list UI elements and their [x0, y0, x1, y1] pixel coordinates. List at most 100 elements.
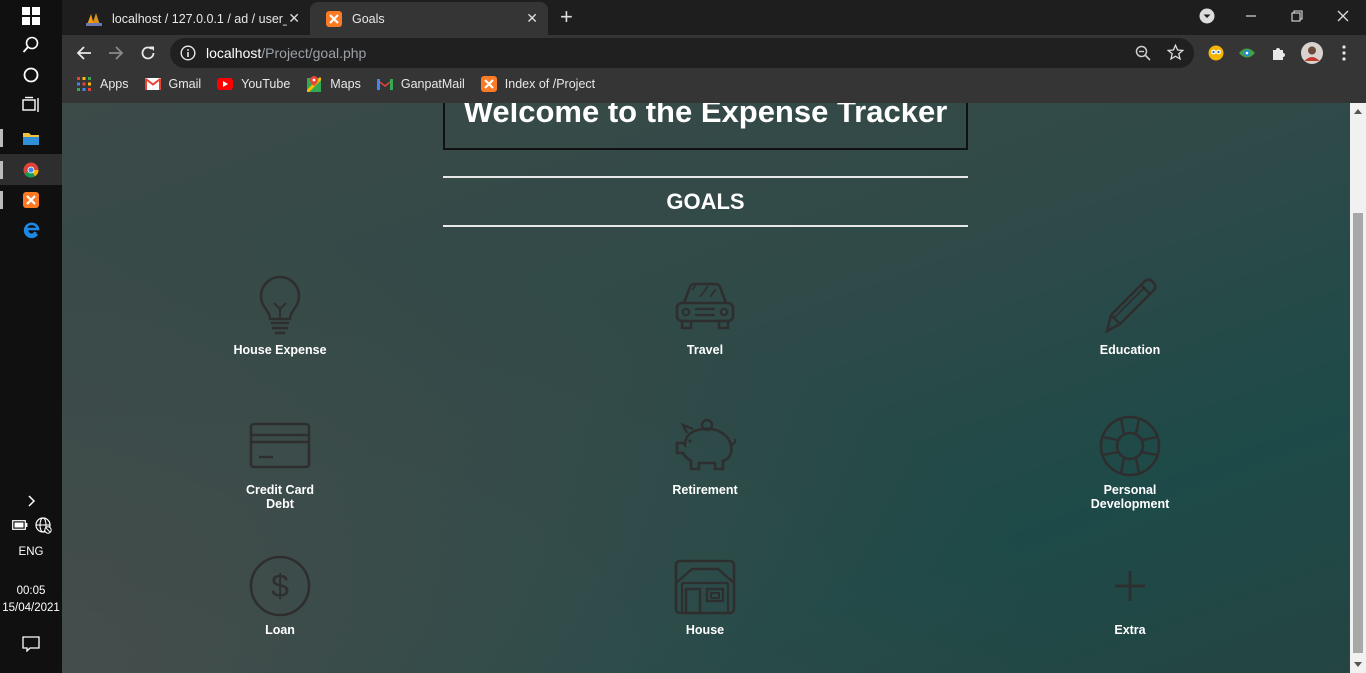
url-host: localhost: [206, 45, 262, 61]
bookmark-gmail[interactable]: Gmail: [144, 76, 202, 92]
more-vertical-icon: [1342, 45, 1346, 61]
new-tab-button[interactable]: +: [560, 6, 573, 28]
clock-date[interactable]: 15/04/2021: [0, 602, 62, 614]
notification-icon: [22, 635, 40, 652]
owl-extension-icon: [1208, 45, 1224, 61]
bookmark-maps[interactable]: Maps: [306, 76, 361, 92]
forward-button[interactable]: [105, 42, 127, 64]
windows-logo-icon: [22, 6, 40, 25]
taskbar-edge[interactable]: [0, 215, 62, 246]
goal-label: Travel: [686, 343, 724, 357]
start-button[interactable]: [0, 0, 62, 31]
goal-label: House Expense: [233, 343, 327, 357]
browser-window: localhost / 127.0.0.1 / ad / user_l ✕ Go…: [62, 0, 1366, 103]
tab-title: Goals: [352, 11, 385, 26]
goal-house[interactable]: House: [615, 555, 795, 637]
tab-search-button[interactable]: [1184, 0, 1230, 32]
info-icon[interactable]: [180, 45, 196, 61]
address-bar[interactable]: localhost/Project/goal.php: [170, 38, 1194, 68]
goal-label: Loan: [265, 623, 295, 637]
close-tab-icon[interactable]: ✕: [288, 11, 300, 25]
goal-extra[interactable]: Extra: [1040, 555, 1220, 637]
language-indicator[interactable]: ENG: [0, 546, 62, 558]
goal-loan[interactable]: $ Loan: [190, 555, 370, 637]
xampp-icon: [326, 10, 342, 27]
pencil-icon: [1105, 278, 1157, 334]
avatar-icon: [1301, 42, 1323, 64]
network-globe-icon[interactable]: [34, 516, 52, 534]
goal-personal-development[interactable]: Personal Development: [1040, 415, 1220, 511]
profile-avatar[interactable]: [1301, 42, 1323, 64]
phpmyadmin-icon: [86, 11, 102, 27]
chevron-right-icon: [28, 494, 36, 507]
bookmark-label: Maps: [330, 77, 361, 91]
bookmark-star-icon[interactable]: [1167, 44, 1184, 61]
credit-card-icon: [249, 422, 311, 469]
restore-icon: [1291, 10, 1303, 22]
extension-1[interactable]: [1206, 43, 1226, 63]
goal-label: Education: [1099, 343, 1161, 357]
xampp-icon: [23, 191, 39, 208]
bookmark-youtube[interactable]: YouTube: [217, 76, 290, 92]
show-hidden-icons-button[interactable]: [0, 485, 62, 516]
goal-house-expense[interactable]: House Expense: [190, 275, 370, 357]
folder-icon: [23, 132, 39, 145]
gmail-icon: [144, 76, 161, 92]
windows-taskbar: ENG 00:05 15/04/2021: [0, 0, 62, 673]
reload-button[interactable]: [137, 42, 159, 64]
chrome-logo-icon: [23, 162, 39, 177]
minimize-button[interactable]: [1228, 0, 1274, 32]
tab-phpmyadmin[interactable]: localhost / 127.0.0.1 / ad / user_l ✕: [70, 2, 310, 35]
scroll-down-arrow[interactable]: [1354, 662, 1362, 667]
arrow-left-icon: [76, 46, 91, 60]
minimize-icon: [1246, 15, 1256, 17]
page-title: Welcome to the Expense Tracker: [463, 103, 948, 129]
tab-goals[interactable]: Goals ✕: [310, 2, 548, 35]
goal-credit-card-debt[interactable]: Credit Card Debt: [190, 415, 370, 511]
scrollbar-thumb[interactable]: [1353, 213, 1363, 653]
cortana-button[interactable]: [0, 59, 62, 90]
back-button[interactable]: [73, 42, 95, 64]
running-indicator: [0, 161, 3, 179]
goal-education[interactable]: Education: [1040, 275, 1220, 357]
goal-retirement[interactable]: Retirement: [615, 415, 795, 497]
close-tab-icon[interactable]: ✕: [526, 11, 538, 25]
zoom-icon[interactable]: [1135, 45, 1151, 61]
close-window-button[interactable]: [1320, 0, 1366, 32]
task-view-button[interactable]: [0, 89, 62, 120]
goal-label: Credit Card Debt: [245, 483, 315, 511]
taskbar-chrome[interactable]: [0, 154, 62, 185]
bookmark-label: Gmail: [168, 77, 202, 91]
bookmark-apps[interactable]: Apps: [76, 76, 129, 92]
youtube-icon: [217, 76, 234, 92]
extensions-button[interactable]: [1269, 43, 1289, 63]
battery-icon[interactable]: [12, 520, 28, 530]
vertical-scrollbar[interactable]: [1350, 103, 1366, 673]
maps-icon: [306, 76, 322, 92]
bookmark-label: GanpatMail: [400, 77, 465, 91]
page-viewport: Welcome to the Expense Tracker GOALS Hou…: [62, 103, 1366, 673]
extension-2[interactable]: [1237, 43, 1257, 63]
eye-extension-icon: [1239, 48, 1255, 58]
puzzle-piece-icon: [1273, 48, 1285, 60]
goal-label: Retirement: [672, 483, 738, 497]
chrome-menu-button[interactable]: [1334, 43, 1354, 63]
clock-time[interactable]: 00:05: [0, 585, 62, 597]
bookmarks-bar: Apps Gmail YouTube Maps GanpatMail Index…: [62, 71, 1366, 97]
goal-label: Extra: [1114, 623, 1146, 637]
reload-icon: [141, 46, 155, 60]
restore-button[interactable]: [1274, 0, 1320, 32]
scroll-up-arrow[interactable]: [1354, 109, 1362, 114]
taskbar-file-explorer[interactable]: [0, 122, 62, 153]
goal-travel[interactable]: Travel: [615, 275, 795, 357]
piggy-bank-icon: [675, 418, 737, 471]
action-center-button[interactable]: [0, 628, 62, 659]
bookmark-ganpatmail[interactable]: GanpatMail: [376, 76, 465, 92]
taskbar-xampp[interactable]: [0, 184, 62, 215]
arrow-right-icon: [109, 46, 124, 60]
cortana-circle-icon: [23, 67, 39, 82]
search-button[interactable]: [0, 29, 62, 60]
bookmark-index-project[interactable]: Index of /Project: [480, 76, 595, 92]
tab-title: localhost / 127.0.0.1 / ad / user_l: [112, 11, 287, 26]
edge-e-icon: [23, 222, 40, 239]
